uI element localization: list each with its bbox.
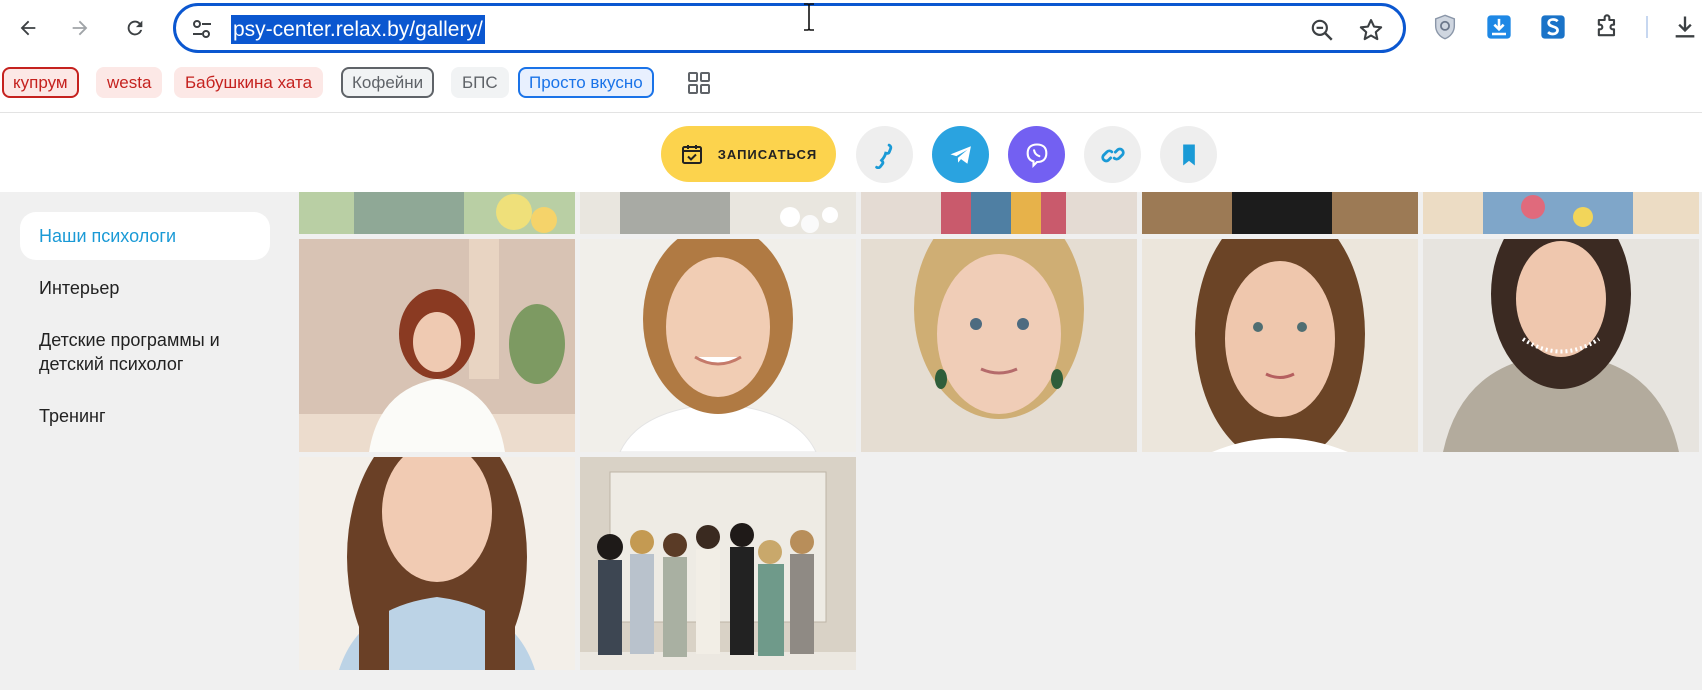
download-icon — [1675, 16, 1695, 38]
extension-s[interactable] — [1538, 12, 1568, 42]
bookmark-kofeini[interactable]: Кофейни — [341, 67, 435, 98]
phone-icon — [874, 143, 892, 169]
bookmark-westa[interactable]: westa — [96, 67, 163, 98]
forward-button[interactable] — [62, 10, 98, 46]
bookmark-star-icon[interactable] — [1357, 16, 1385, 44]
gallery-photo[interactable] — [299, 457, 575, 670]
extension-shield[interactable] — [1430, 12, 1460, 42]
gallery-photo[interactable] — [1142, 239, 1418, 452]
web-page: ЗАПИСАТЬСЯ Наши психологи Интерьер Детск… — [0, 114, 1702, 690]
arrow-right-icon — [72, 20, 88, 36]
puzzle-icon — [1597, 14, 1616, 37]
gallery-photo[interactable] — [861, 192, 1137, 234]
gallery-photo[interactable] — [299, 239, 575, 452]
viber-button[interactable] — [1008, 126, 1065, 183]
site-action-bar: ЗАПИСАТЬСЯ — [0, 114, 1702, 192]
gallery-photo[interactable] — [1423, 192, 1699, 234]
gallery-photo[interactable] — [1142, 192, 1418, 234]
link-icon — [1100, 147, 1125, 162]
address-bar[interactable]: psy-center.relax.by/gallery/ — [173, 3, 1406, 53]
gallery-photo[interactable] — [580, 457, 856, 670]
book-appointment-button[interactable]: ЗАПИСАТЬСЯ — [661, 126, 836, 182]
book-button-label: ЗАПИСАТЬСЯ — [717, 146, 818, 162]
bookmarks-bar: купрум westa Бабушкина хата Кофейни БПС … — [0, 67, 1702, 99]
gallery-photo[interactable] — [299, 192, 575, 234]
url-text[interactable]: psy-center.relax.by/gallery/ — [231, 15, 485, 44]
toolbar-separator — [1646, 16, 1648, 38]
gallery-photo[interactable] — [580, 192, 856, 234]
site-settings-icon[interactable] — [190, 17, 214, 41]
shield-icon — [1434, 14, 1456, 40]
calendar-check-icon — [681, 145, 702, 164]
viber-icon — [1026, 142, 1047, 168]
reload-icon — [127, 20, 143, 36]
save-bookmark-button[interactable] — [1160, 126, 1217, 183]
arrow-left-icon — [20, 20, 36, 36]
bookmark-bps[interactable]: БПС — [451, 67, 509, 98]
apps-grid-icon[interactable] — [688, 72, 710, 94]
phone-button[interactable] — [856, 126, 913, 183]
back-button[interactable] — [10, 10, 46, 46]
telegram-button[interactable] — [932, 126, 989, 183]
extension-download-helper[interactable] — [1484, 12, 1514, 42]
s-logo-icon — [1541, 15, 1565, 39]
download-box-icon — [1487, 15, 1511, 39]
gallery-photo[interactable] — [1423, 239, 1699, 452]
downloads-button[interactable] — [1670, 12, 1700, 42]
sidebar-item-training[interactable]: Тренинг — [20, 392, 270, 440]
extensions-button[interactable] — [1592, 12, 1622, 42]
bookmark-kuprum[interactable]: купрум — [2, 67, 79, 98]
photo-gallery — [299, 192, 1702, 690]
zoom-out-icon[interactable] — [1309, 17, 1335, 43]
reload-button[interactable] — [117, 10, 153, 46]
bookmark-babushkina-hata[interactable]: Бабушкина хата — [174, 67, 324, 98]
sidebar-item-interior[interactable]: Интерьер — [20, 264, 270, 312]
share-link-button[interactable] — [1084, 126, 1141, 183]
bookmark-icon — [1182, 144, 1195, 165]
sidebar-item-kids-programs[interactable]: Детские программы и детский психолог — [20, 316, 270, 388]
browser-chrome: psy-center.relax.by/gallery/ купрум west… — [0, 0, 1702, 113]
bookmark-prosto-vkusno[interactable]: Просто вкусно — [518, 67, 654, 98]
gallery-sidebar: Наши психологи Интерьер Детские программ… — [20, 212, 270, 444]
telegram-icon — [950, 145, 971, 164]
text-cursor-icon — [804, 3, 814, 31]
gallery-photo[interactable] — [580, 239, 856, 452]
gallery-photo[interactable] — [861, 239, 1137, 452]
sidebar-item-psychologists[interactable]: Наши психологи — [20, 212, 270, 260]
